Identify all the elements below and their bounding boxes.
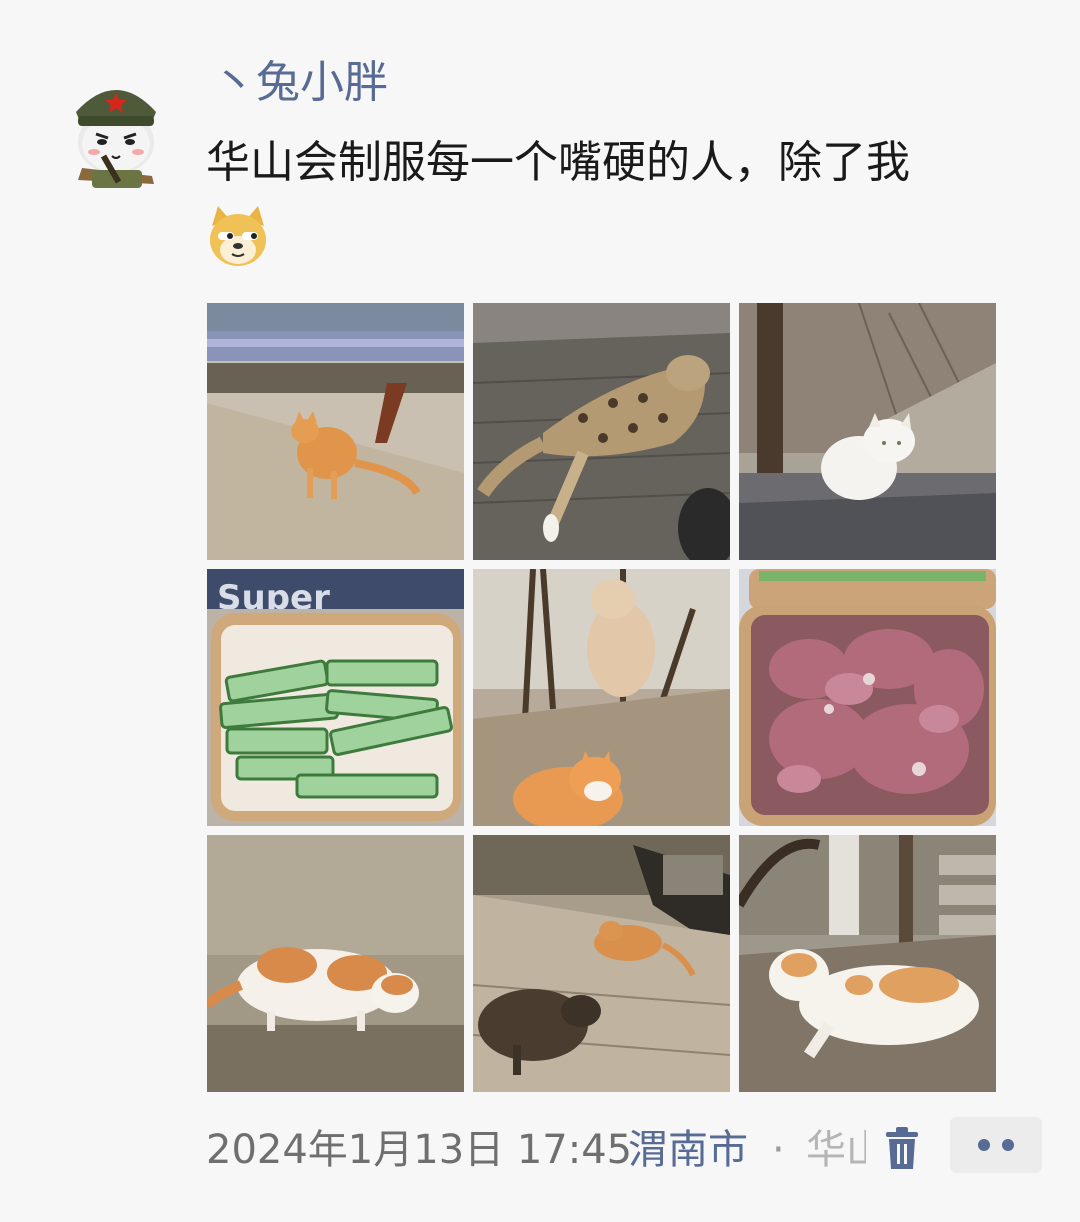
- post-timestamp: 2024年1月13日 17:45: [206, 1127, 633, 1173]
- more-dots-icon[interactable]: [950, 1117, 1042, 1173]
- post-text: 华山会制服每一个嘴硬的人，除了我: [206, 137, 910, 188]
- location-detail[interactable]: 华山: [806, 1122, 866, 1178]
- location-link[interactable]: 渭南市: [628, 1122, 748, 1178]
- photo-cucumber-slices[interactable]: Super: [207, 569, 464, 826]
- doge-emoji-icon: [206, 204, 270, 268]
- location-separator: ·: [772, 1127, 785, 1173]
- username-link[interactable]: 丶兔小胖: [212, 52, 388, 114]
- photo-white-cat-sitting[interactable]: [739, 303, 996, 560]
- trash-icon[interactable]: [880, 1124, 924, 1172]
- photo-tabby-cat-lying[interactable]: [473, 303, 730, 560]
- photo-cats-on-stone-path[interactable]: [473, 835, 730, 1092]
- photo-two-cats-by-tree[interactable]: [473, 569, 730, 826]
- photo-calico-cat-lying[interactable]: [739, 835, 996, 1092]
- photo-calico-cat-walking[interactable]: [207, 835, 464, 1092]
- photo-grid: Super: [207, 303, 997, 1092]
- photo-orange-cat-by-bench[interactable]: [207, 303, 464, 560]
- user-avatar[interactable]: [62, 72, 170, 190]
- photo-raw-meat[interactable]: [739, 569, 996, 826]
